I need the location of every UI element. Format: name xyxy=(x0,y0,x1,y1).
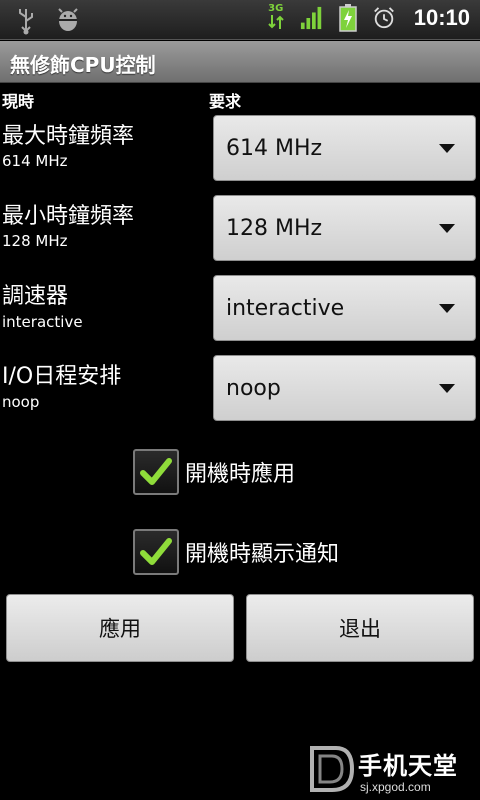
watermark: 手机天堂 sj.xpgod.com xyxy=(300,740,480,800)
checkmark-icon xyxy=(140,458,172,485)
max-clock-current-value: 614 MHz xyxy=(2,152,68,170)
notify-on-boot-label: 開機時顯示通知 xyxy=(185,542,340,567)
max-clock-spinner[interactable]: 614 MHz xyxy=(213,115,476,181)
apply-on-boot-label: 開機時應用 xyxy=(185,462,296,487)
apply-on-boot-checkbox[interactable] xyxy=(133,449,179,495)
min-clock-current-value: 128 MHz xyxy=(2,232,68,250)
io-scheduler-label: I/O日程安排 xyxy=(2,364,122,389)
apply-on-boot-option[interactable]: 開機時應用 xyxy=(133,449,295,495)
dropdown-arrow-icon xyxy=(439,144,455,153)
checkmark-icon xyxy=(140,538,172,565)
notify-on-boot-option[interactable]: 開機時顯示通知 xyxy=(133,529,339,575)
notify-on-boot-checkbox[interactable] xyxy=(133,529,179,575)
max-clock-label: 最大時鐘頻率 xyxy=(2,124,135,149)
battery-charging-icon xyxy=(336,3,360,33)
status-clock: 10:10 xyxy=(413,5,470,30)
network-type-label: 3G xyxy=(268,2,284,14)
io-scheduler-current-value: noop xyxy=(2,393,40,411)
title-bar: 無修飾CPU控制 xyxy=(0,41,480,83)
watermark-logo-icon xyxy=(310,746,355,792)
governor-label: 調速器 xyxy=(2,284,69,309)
3g-data-icon: 3G xyxy=(264,3,288,33)
watermark-url: sj.xpgod.com xyxy=(360,780,431,794)
apply-button[interactable]: 應用 xyxy=(6,594,234,662)
status-bar: 3G 10:10 xyxy=(0,0,480,40)
dropdown-arrow-icon xyxy=(439,224,455,233)
governor-spinner[interactable]: interactive xyxy=(213,275,476,341)
dropdown-arrow-icon xyxy=(439,384,455,393)
current-column-header: 現時 xyxy=(2,92,35,111)
requested-column-header: 要求 xyxy=(209,92,242,111)
max-clock-selected-value: 614 MHz xyxy=(226,135,323,161)
min-clock-spinner[interactable]: 128 MHz xyxy=(213,195,476,261)
usb-icon xyxy=(14,6,38,36)
min-clock-label: 最小時鐘頻率 xyxy=(2,204,135,229)
exit-button[interactable]: 退出 xyxy=(246,594,474,662)
watermark-name: 手机天堂 xyxy=(358,752,458,780)
governor-current-value: interactive xyxy=(2,313,83,331)
dropdown-arrow-icon xyxy=(439,304,455,313)
governor-selected-value: interactive xyxy=(226,295,345,321)
alarm-icon xyxy=(372,3,396,33)
min-clock-selected-value: 128 MHz xyxy=(226,215,323,241)
signal-icon xyxy=(300,3,324,33)
android-debug-icon xyxy=(56,6,80,36)
io-scheduler-spinner[interactable]: noop xyxy=(213,355,476,421)
app-title: 無修飾CPU控制 xyxy=(10,53,156,77)
io-scheduler-selected-value: noop xyxy=(226,375,281,401)
